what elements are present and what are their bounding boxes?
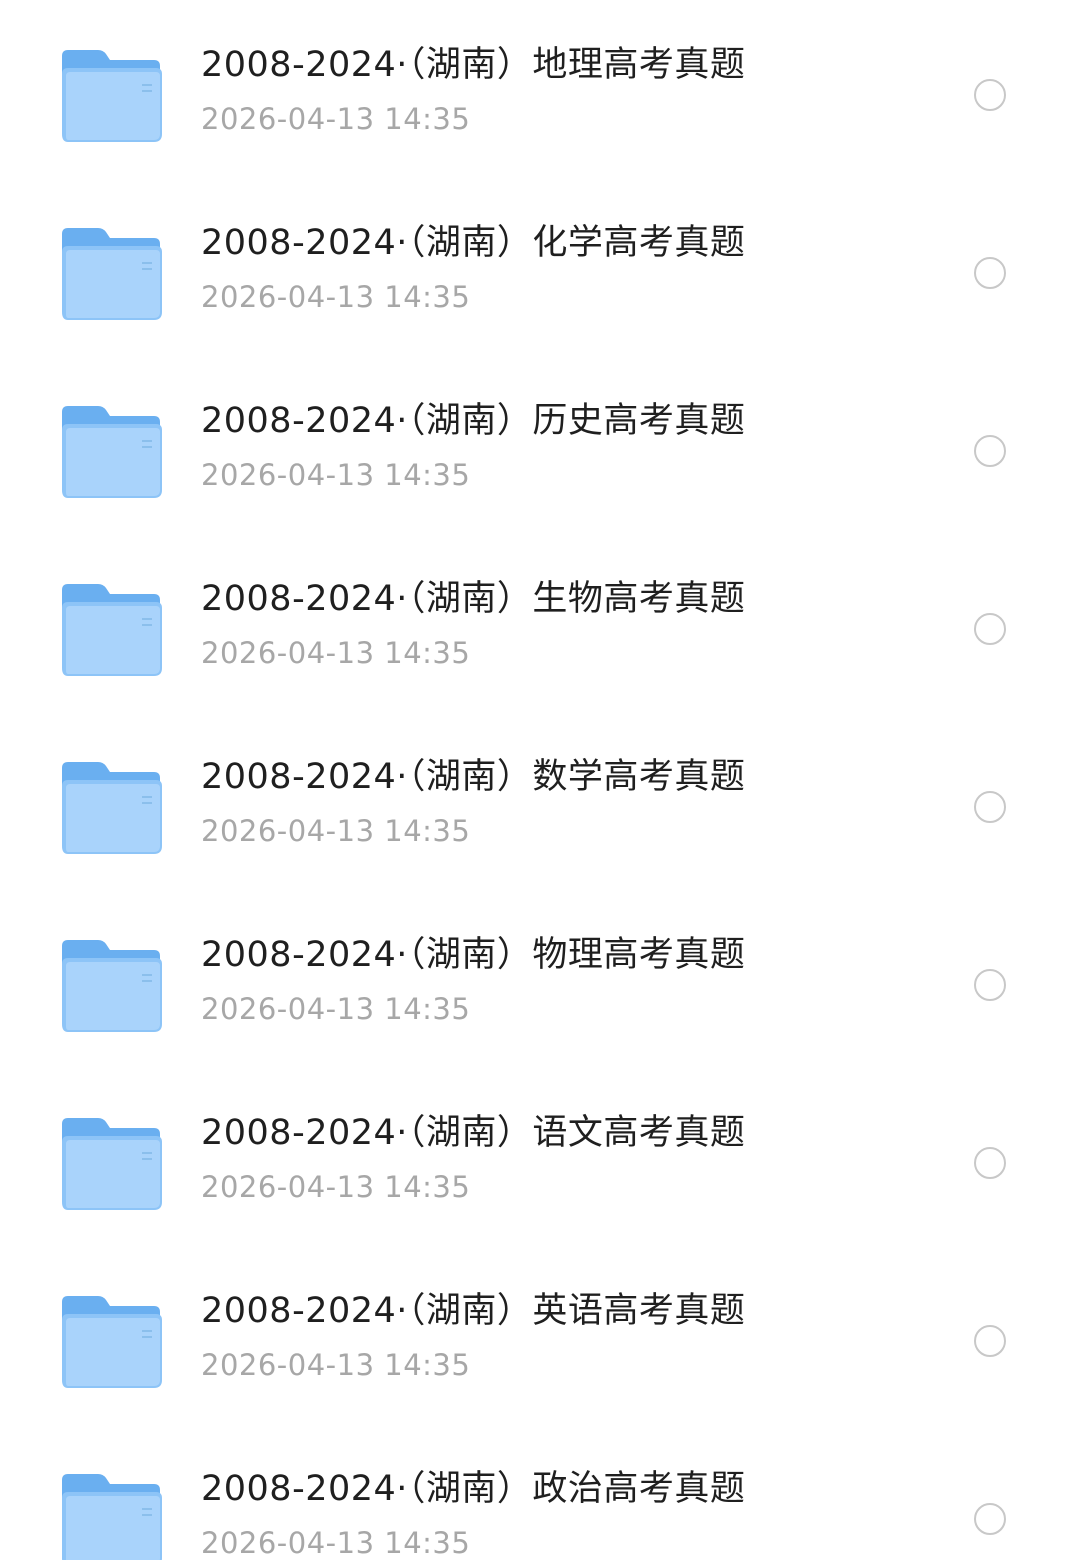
file-name: 2008-2024·（湖南）政治高考真题 xyxy=(201,1469,746,1509)
file-list: 2008-2024·（湖南）地理高考真题 2026-04-13 14:35 20… xyxy=(0,0,1080,1560)
file-name: 2008-2024·（湖南）历史高考真题 xyxy=(201,401,746,441)
file-modified-date: 2026-04-13 14:35 xyxy=(201,1170,471,1204)
file-row[interactable]: 2008-2024·（湖南）英语高考真题 2026-04-13 14:35 xyxy=(0,1246,1080,1424)
file-modified-date: 2026-04-13 14:35 xyxy=(201,1526,471,1560)
file-row[interactable]: 2008-2024·（湖南）语文高考真题 2026-04-13 14:35 xyxy=(0,1068,1080,1246)
file-name: 2008-2024·（湖南）数学高考真题 xyxy=(201,757,746,797)
radio-unchecked-icon[interactable] xyxy=(974,613,1006,645)
file-row[interactable]: 2008-2024·（湖南）数学高考真题 2026-04-13 14:35 xyxy=(0,712,1080,890)
folder-icon xyxy=(60,404,164,500)
file-name: 2008-2024·（湖南）生物高考真题 xyxy=(201,579,746,619)
file-modified-date: 2026-04-13 14:35 xyxy=(201,280,471,314)
file-name: 2008-2024·（湖南）化学高考真题 xyxy=(201,223,746,263)
file-modified-date: 2026-04-13 14:35 xyxy=(201,458,471,492)
file-name: 2008-2024·（湖南）物理高考真题 xyxy=(201,935,746,975)
folder-icon xyxy=(60,48,164,144)
folder-icon xyxy=(60,1116,164,1212)
radio-unchecked-icon[interactable] xyxy=(974,79,1006,111)
file-modified-date: 2026-04-13 14:35 xyxy=(201,1348,471,1382)
folder-icon xyxy=(60,1472,164,1560)
folder-icon xyxy=(60,760,164,856)
file-modified-date: 2026-04-13 14:35 xyxy=(201,636,471,670)
file-modified-date: 2026-04-13 14:35 xyxy=(201,992,471,1026)
folder-icon xyxy=(60,1294,164,1390)
file-row[interactable]: 2008-2024·（湖南）化学高考真题 2026-04-13 14:35 xyxy=(0,178,1080,356)
folder-icon xyxy=(60,938,164,1034)
radio-unchecked-icon[interactable] xyxy=(974,791,1006,823)
radio-unchecked-icon[interactable] xyxy=(974,1503,1006,1535)
radio-unchecked-icon[interactable] xyxy=(974,1147,1006,1179)
file-row[interactable]: 2008-2024·（湖南）生物高考真题 2026-04-13 14:35 xyxy=(0,534,1080,712)
folder-icon xyxy=(60,582,164,678)
file-row[interactable]: 2008-2024·（湖南）历史高考真题 2026-04-13 14:35 xyxy=(0,356,1080,534)
file-row[interactable]: 2008-2024·（湖南）物理高考真题 2026-04-13 14:35 xyxy=(0,890,1080,1068)
file-name: 2008-2024·（湖南）地理高考真题 xyxy=(201,45,746,85)
file-modified-date: 2026-04-13 14:35 xyxy=(201,102,471,136)
file-name: 2008-2024·（湖南）英语高考真题 xyxy=(201,1291,746,1331)
file-modified-date: 2026-04-13 14:35 xyxy=(201,814,471,848)
radio-unchecked-icon[interactable] xyxy=(974,435,1006,467)
folder-icon xyxy=(60,226,164,322)
file-row[interactable]: 2008-2024·（湖南）地理高考真题 2026-04-13 14:35 xyxy=(0,0,1080,178)
file-name: 2008-2024·（湖南）语文高考真题 xyxy=(201,1113,746,1153)
radio-unchecked-icon[interactable] xyxy=(974,1325,1006,1357)
file-row[interactable]: 2008-2024·（湖南）政治高考真题 2026-04-13 14:35 xyxy=(0,1424,1080,1560)
radio-unchecked-icon[interactable] xyxy=(974,969,1006,1001)
radio-unchecked-icon[interactable] xyxy=(974,257,1006,289)
